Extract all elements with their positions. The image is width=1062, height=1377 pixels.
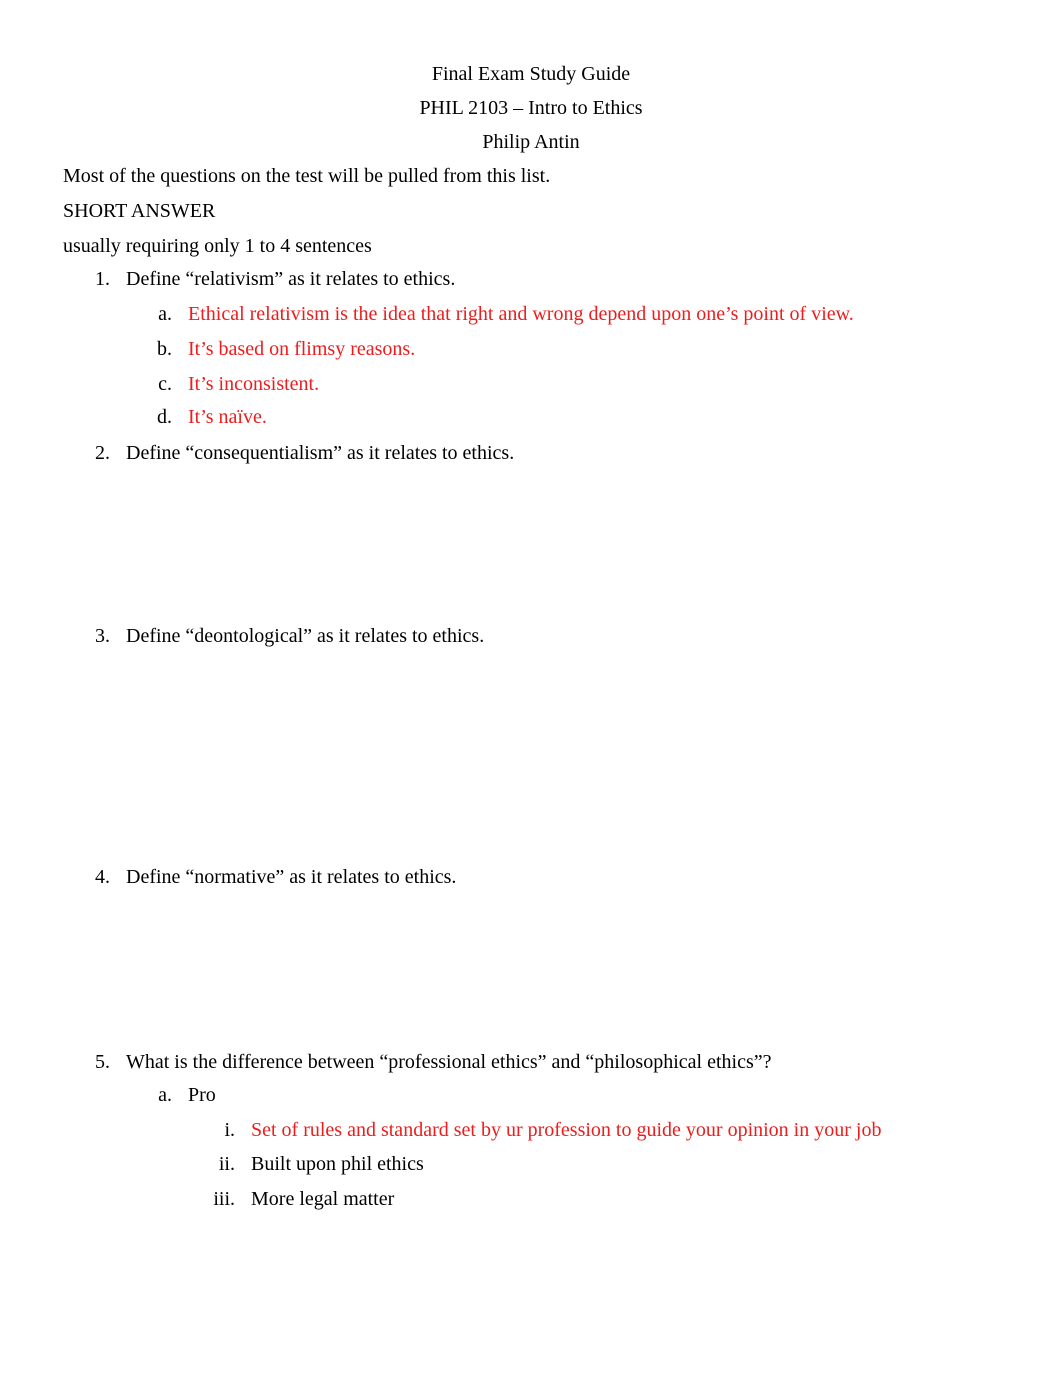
answer-text: Pro <box>188 1084 216 1106</box>
question-number: 4. <box>95 866 110 888</box>
answer-marker: c. <box>158 373 172 395</box>
question-text: What is the difference between “professi… <box>126 1051 772 1073</box>
answer-text: It’s based on flimsy reasons. <box>188 338 416 360</box>
instructor-name: Philip Antin <box>482 131 580 153</box>
sub-answer-marker: ii. <box>218 1153 235 1175</box>
section-subheading: usually requiring only 1 to 4 sentences <box>63 235 372 257</box>
course-name: PHIL 2103 – Intro to Ethics <box>419 97 643 119</box>
sub-answer-marker: i. <box>224 1119 235 1141</box>
question-number: 2. <box>95 442 110 464</box>
question-text: Define “consequentialism” as it relates … <box>126 442 515 464</box>
answer-marker: b. <box>157 338 172 360</box>
question-text: Define “relativism” as it relates to eth… <box>126 268 456 290</box>
answer-text: Ethical relativism is the idea that righ… <box>188 303 854 325</box>
question-text: Define “normative” as it relates to ethi… <box>126 866 457 888</box>
answer-text: It’s inconsistent. <box>188 373 320 395</box>
sub-answer-text: More legal matter <box>251 1188 395 1210</box>
intro-text: Most of the questions on the test will b… <box>63 165 551 187</box>
section-heading: SHORT ANSWER <box>63 200 216 222</box>
sub-answer-text: Set of rules and standard set by ur prof… <box>251 1119 882 1141</box>
document-title: Final Exam Study Guide <box>431 63 631 85</box>
answer-marker: d. <box>157 406 172 428</box>
question-number: 1. <box>95 268 110 290</box>
question-number: 3. <box>95 625 110 647</box>
sub-answer-marker: iii. <box>213 1188 235 1210</box>
answer-marker: a. <box>158 1084 172 1106</box>
question-text: Define “deontological” as it relates to … <box>126 625 485 647</box>
answer-marker: a. <box>158 303 172 325</box>
answer-text: It’s naïve. <box>188 406 267 428</box>
question-number: 5. <box>95 1051 110 1073</box>
sub-answer-text: Built upon phil ethics <box>251 1153 424 1175</box>
